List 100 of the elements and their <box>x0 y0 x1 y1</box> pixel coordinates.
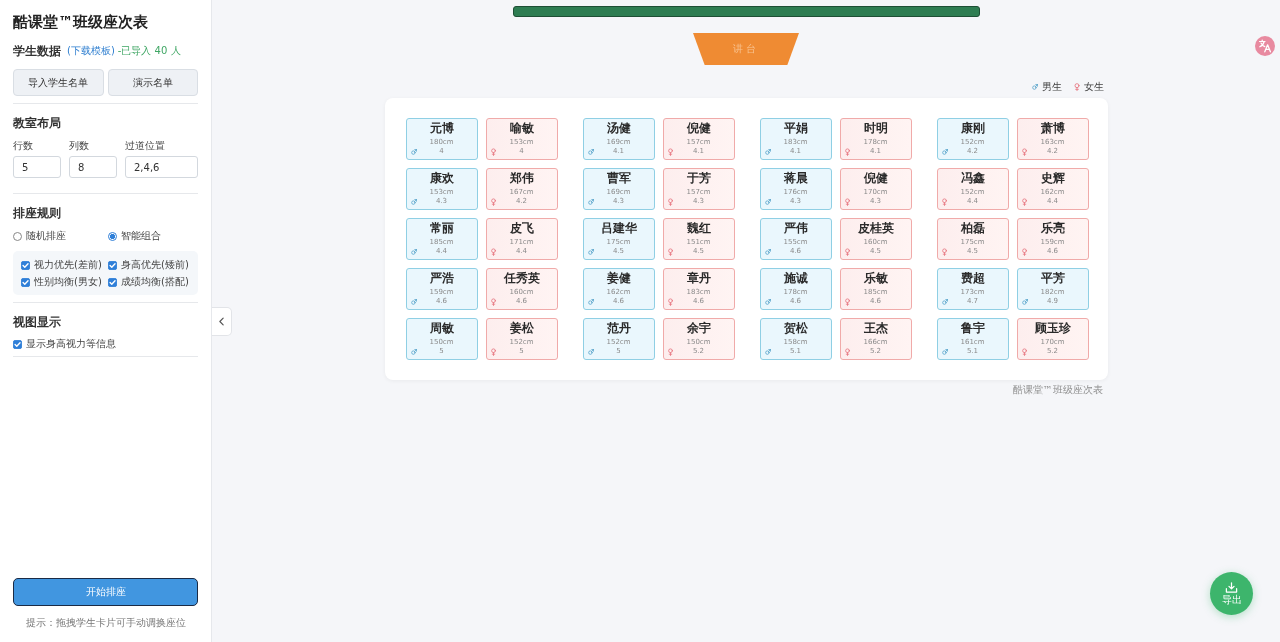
student-name: 顾玉珍 <box>1034 321 1071 336</box>
student-name: 倪健 <box>686 121 711 136</box>
male-icon <box>410 149 417 155</box>
female-icon <box>1073 82 1080 91</box>
student-name: 章丹 <box>686 271 711 286</box>
female-icon <box>941 198 947 206</box>
input-field[interactable]: 8 <box>69 156 117 178</box>
male-icon <box>587 199 594 205</box>
legend-label: 男生 <box>1041 80 1062 93</box>
female-icon <box>490 198 496 206</box>
male-icon <box>410 199 417 205</box>
checkbox-label: 身高优先(矮前) <box>121 259 189 271</box>
radio-label: 随机排座 <box>26 230 66 242</box>
student-name: 曹军 <box>606 171 631 186</box>
male-icon <box>410 299 417 305</box>
student-name: 萧博 <box>1040 121 1065 136</box>
student-name: 康欢 <box>429 171 454 186</box>
female-icon <box>667 248 673 256</box>
female-icon <box>941 248 947 256</box>
female-icon <box>490 248 496 256</box>
female-icon <box>490 298 496 306</box>
app-title: 酷课堂™班级座次表 <box>13 13 149 32</box>
female-icon <box>1021 148 1027 156</box>
list-button[interactable]: 演示名单 <box>107 69 198 96</box>
female-icon <box>844 148 850 156</box>
checkbox[interactable] <box>21 260 30 270</box>
collapse-sidebar-button[interactable] <box>212 307 232 336</box>
field-label: 过道位置 <box>125 140 165 152</box>
student-name: 史辉 <box>1040 171 1065 186</box>
section-title: 教室布局 <box>13 115 61 131</box>
checkbox[interactable] <box>21 277 30 287</box>
student-name: 蒋晨 <box>783 171 808 186</box>
student-name: 时明 <box>863 121 888 136</box>
student-name: 汤健 <box>606 121 631 136</box>
student-name: 元博 <box>429 121 454 136</box>
input-field[interactable]: 5 <box>13 156 61 178</box>
male-icon <box>1031 82 1038 91</box>
male-icon <box>587 299 594 305</box>
checkbox-label: 性别均衡(男女) <box>34 276 102 288</box>
checkbox[interactable] <box>108 260 117 270</box>
male-icon <box>764 299 771 305</box>
student-name: 康刚 <box>960 121 985 136</box>
student-name: 王杰 <box>863 321 888 336</box>
student-name: 姜松 <box>509 321 534 336</box>
female-icon <box>844 248 850 256</box>
radio-button[interactable] <box>13 231 22 241</box>
checkbox-label: 显示身高视力等信息 <box>26 338 116 350</box>
female-icon <box>667 198 673 206</box>
female-icon <box>490 348 496 356</box>
legend-label: 女生 <box>1083 80 1104 93</box>
chevron-left-icon <box>219 317 224 326</box>
student-name: 魏红 <box>686 221 711 236</box>
female-icon <box>1021 248 1027 256</box>
student-name: 贺松 <box>783 321 808 336</box>
male-icon <box>941 299 948 305</box>
section-title: 学生数据 <box>13 43 61 59</box>
hint-text: 提示：拖拽学生卡片可手动调换座位 <box>24 617 187 629</box>
male-icon <box>941 349 948 355</box>
female-icon <box>667 298 673 306</box>
student-name: 鲁宇 <box>960 321 985 336</box>
checkbox[interactable] <box>13 339 22 349</box>
list-button[interactable]: 导入学生名单 <box>13 69 104 96</box>
student-name: 严浩 <box>429 271 454 286</box>
input-field[interactable]: 2,4,6 <box>125 156 198 178</box>
checkbox[interactable] <box>108 277 117 287</box>
student-name: 常丽 <box>429 221 454 236</box>
student-name: 余宇 <box>686 321 711 336</box>
translate-icon[interactable] <box>1255 36 1275 56</box>
field-label: 列数 <box>69 140 89 152</box>
field-label: 行数 <box>13 140 33 152</box>
section-title: 视图显示 <box>13 314 61 330</box>
female-icon <box>844 298 850 306</box>
male-icon <box>410 249 417 255</box>
male-icon <box>764 349 771 355</box>
male-icon <box>587 349 594 355</box>
male-icon <box>410 349 417 355</box>
male-icon <box>764 249 771 255</box>
female-icon <box>490 148 496 156</box>
student-name: 吕建华 <box>600 221 637 236</box>
student-name: 皮飞 <box>509 221 534 236</box>
male-icon <box>764 149 771 155</box>
student-name: 范丹 <box>606 321 631 336</box>
student-name: 喻敏 <box>509 121 534 136</box>
radio-button[interactable] <box>108 231 117 241</box>
student-name: 施诚 <box>783 271 808 286</box>
student-name: 周敏 <box>429 321 454 336</box>
male-icon <box>587 249 594 255</box>
female-icon <box>667 348 673 356</box>
download-icon <box>1225 581 1238 593</box>
male-icon <box>941 149 948 155</box>
male-icon <box>764 199 771 205</box>
student-name: 费超 <box>960 271 985 286</box>
download-template-link[interactable]: (下载模板) <box>67 44 115 58</box>
student-name: 倪健 <box>863 171 888 186</box>
student-name: 任秀英 <box>503 271 540 286</box>
section-title: 排座规则 <box>13 205 61 221</box>
import-status: -已导入 40 人 <box>117 44 181 58</box>
podium: 讲台 <box>693 33 799 65</box>
radio-label: 智能组合 <box>121 230 161 242</box>
footer-text: 酷课堂™班级座次表 <box>1012 384 1103 396</box>
